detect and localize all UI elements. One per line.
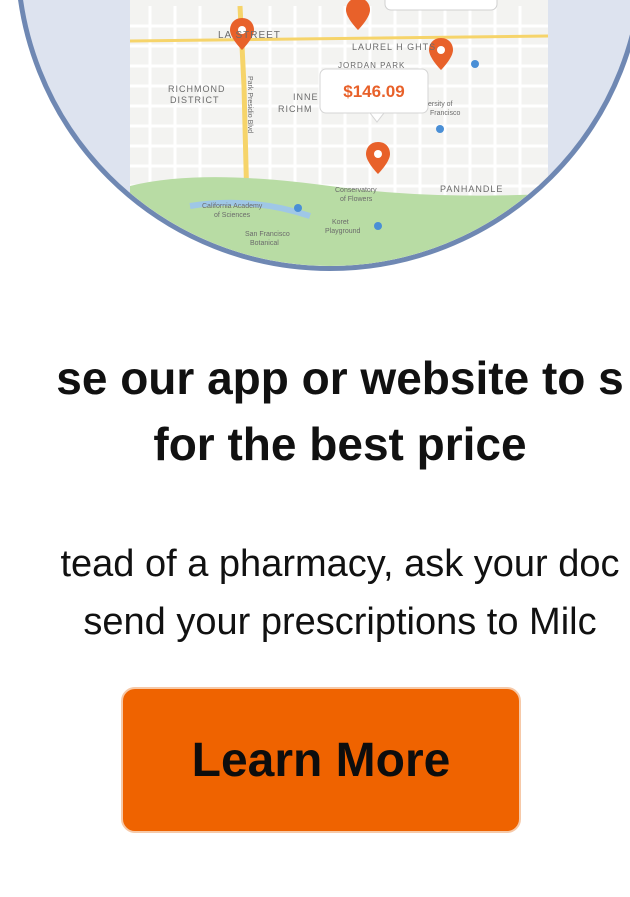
promo-section: $146.09 LA STREET LAUREL H GHTS JORDAN P…	[0, 0, 630, 897]
map-label-koret-2: Playground	[325, 228, 361, 235]
map-label-california-academy-2: of Sciences	[214, 212, 251, 219]
map-label-sf-botanical-2: Botanical	[250, 240, 279, 247]
learn-more-label: Learn More	[191, 733, 451, 787]
map-label-lake-street: LA STREET	[218, 30, 281, 41]
map-label-laurel-heights: LAUREL H GHTS	[352, 42, 436, 52]
description-line-1: tead of a pharmacy, ask your doc	[60, 543, 620, 585]
map-label-panhandle: PANHANDLE	[440, 184, 503, 194]
map-illustration: $146.09 LA STREET LAUREL H GHTS JORDAN P…	[130, 0, 548, 266]
map-label-university-2: Francisco	[430, 110, 460, 117]
map-label-university-1: ersity of	[428, 101, 453, 108]
map-label-richmond-1: RICHMOND	[168, 84, 226, 94]
description-line-2: send your prescriptions to Milc	[83, 601, 597, 643]
learn-more-button[interactable]: Learn More	[121, 687, 521, 833]
headline-line-2: for the best price	[153, 418, 527, 470]
map-label-sf-botanical-1: San Francisco	[245, 231, 290, 238]
map-label-california-academy-1: California Academy	[202, 203, 263, 210]
map-label-conservatory-1: Conservatory	[335, 187, 377, 194]
map-label-richmond-2: DISTRICT	[170, 95, 220, 105]
map-illustration-circle: $146.09 LA STREET LAUREL H GHTS JORDAN P…	[15, 0, 630, 271]
map-label-jordan-park: JORDAN PARK	[338, 61, 405, 70]
map-label-park-presidio: Park Presidio Blvd	[246, 76, 253, 133]
price-bubble-text: $146.09	[343, 82, 404, 101]
headline-line-1: se our app or website to s	[56, 352, 624, 404]
description-text: tead of a pharmacy, ask your doc send yo…	[0, 535, 630, 651]
map-label-conservatory-2: of Flowers	[340, 196, 373, 203]
map-label-inner-richmond-1: INNE	[293, 92, 319, 102]
page-headline: se our app or website to s for the best …	[0, 345, 630, 477]
map-label-inner-richmond-2: RICHM	[278, 104, 313, 114]
map-label-koret-1: Koret	[332, 219, 349, 226]
